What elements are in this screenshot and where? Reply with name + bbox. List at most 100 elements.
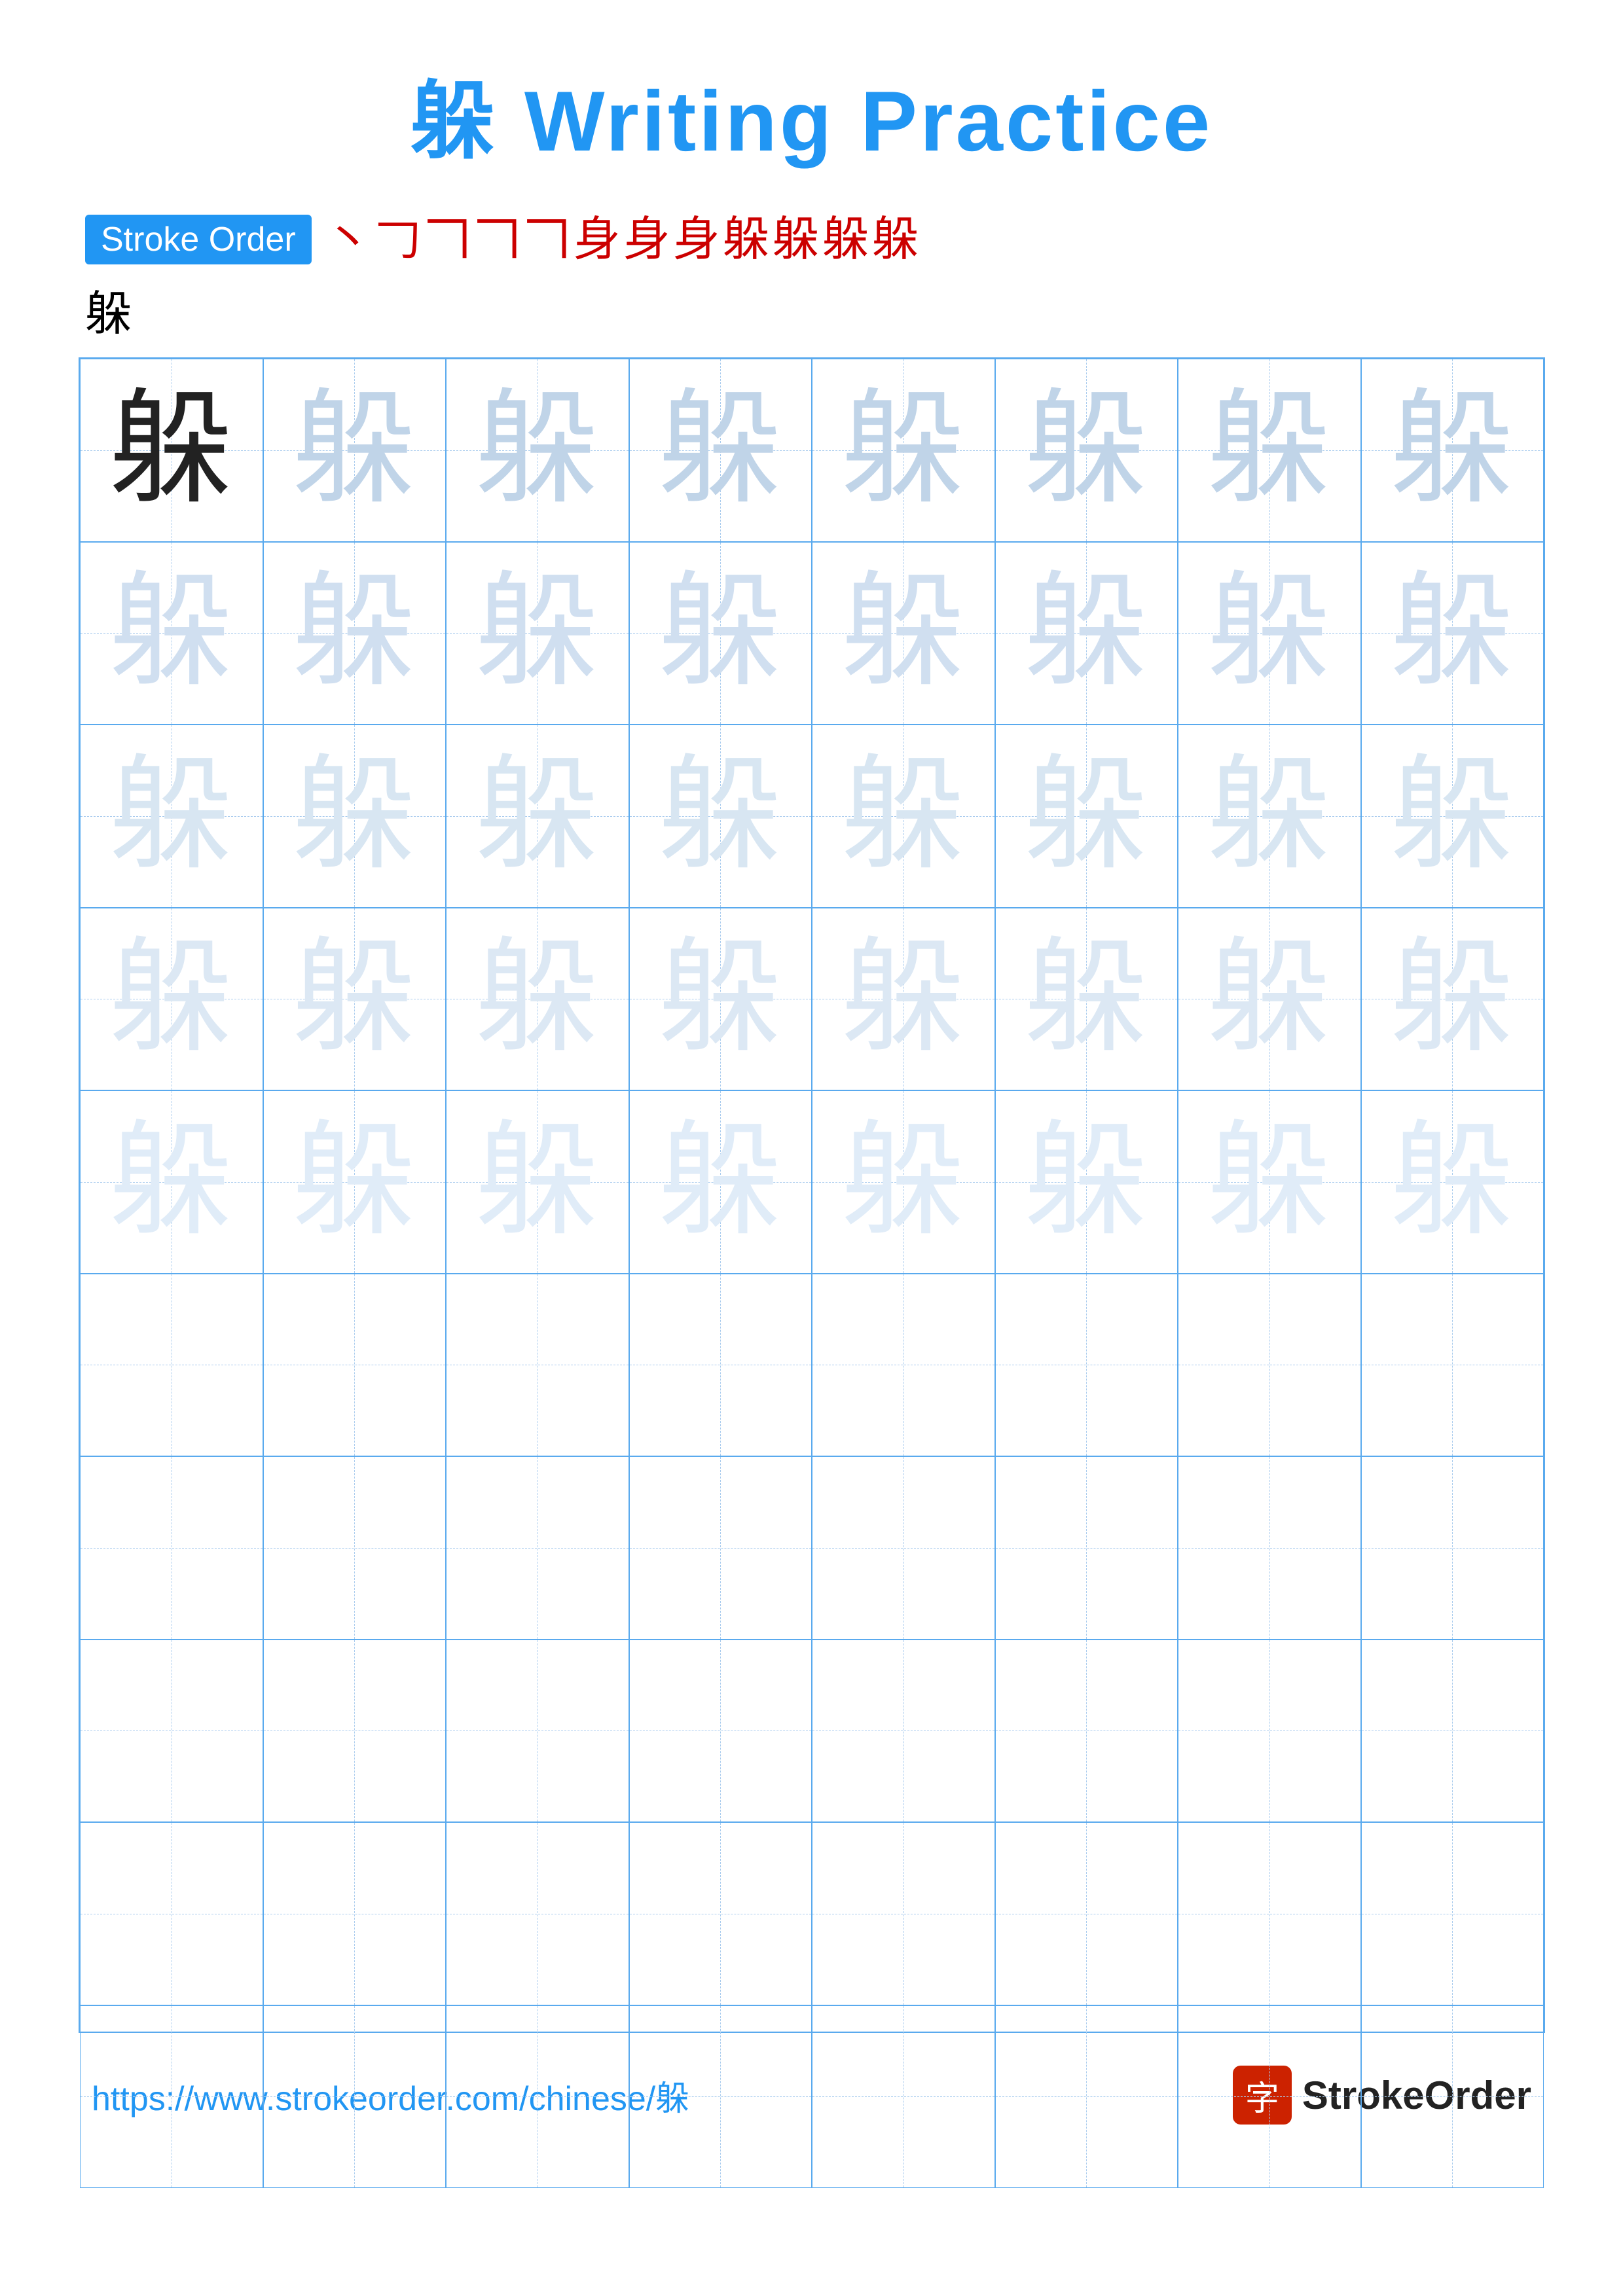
grid-cell-r1c8[interactable]: 躲	[1361, 359, 1544, 542]
grid-cell-r8c1[interactable]	[80, 1640, 263, 1823]
stroke-order-row: Stroke Order 丶 𠃌 𠃍 𠃍 𠃍 身 身 身 躲 躲 躲 躲	[79, 215, 1544, 264]
grid-cell-r1c7[interactable]: 躲	[1178, 359, 1361, 542]
stroke-final: 躲	[85, 288, 132, 340]
grid-cell-r5c1[interactable]: 躲	[80, 1090, 263, 1274]
grid-cell-r8c8[interactable]	[1361, 1640, 1544, 1823]
grid-cell-r6c7[interactable]	[1178, 1274, 1361, 1457]
grid-cell-r10c3[interactable]	[446, 2005, 629, 2189]
grid-cell-r4c7[interactable]: 躲	[1178, 908, 1361, 1091]
writing-grid: 躲 躲 躲 躲 躲 躲 躲 躲 躲 躲 躲	[79, 357, 1545, 2033]
char-r4c2: 躲	[292, 937, 416, 1061]
char-r3c5: 躲	[841, 754, 966, 878]
grid-cell-r4c8[interactable]: 躲	[1361, 908, 1544, 1091]
grid-cell-r2c4[interactable]: 躲	[629, 542, 812, 725]
grid-cell-r4c2[interactable]: 躲	[263, 908, 447, 1091]
char-r5c5: 躲	[841, 1120, 966, 1244]
grid-cell-r6c3[interactable]	[446, 1274, 629, 1457]
char-r4c8: 躲	[1390, 937, 1514, 1061]
grid-cell-r5c2[interactable]: 躲	[263, 1090, 447, 1274]
grid-cell-r8c7[interactable]	[1178, 1640, 1361, 1823]
grid-cell-r6c5[interactable]	[812, 1274, 995, 1457]
grid-cell-r5c8[interactable]: 躲	[1361, 1090, 1544, 1274]
grid-cell-r6c2[interactable]	[263, 1274, 447, 1457]
grid-cell-r2c6[interactable]: 躲	[995, 542, 1178, 725]
char-r3c6: 躲	[1024, 754, 1148, 878]
grid-cell-r5c5[interactable]: 躲	[812, 1090, 995, 1274]
grid-cell-r1c6[interactable]: 躲	[995, 359, 1178, 542]
grid-cell-r3c2[interactable]: 躲	[263, 725, 447, 908]
grid-cell-r2c5[interactable]: 躲	[812, 542, 995, 725]
grid-cell-r9c6[interactable]	[995, 1822, 1178, 2005]
grid-cell-r3c7[interactable]: 躲	[1178, 725, 1361, 908]
grid-cell-r10c1[interactable]	[80, 2005, 263, 2189]
grid-cell-r10c4[interactable]	[629, 2005, 812, 2189]
grid-cell-r9c3[interactable]	[446, 1822, 629, 2005]
grid-cell-r2c8[interactable]: 躲	[1361, 542, 1544, 725]
grid-cell-r7c6[interactable]	[995, 1456, 1178, 1640]
char-r2c8: 躲	[1390, 571, 1514, 695]
grid-cell-r8c6[interactable]	[995, 1640, 1178, 1823]
grid-cell-r4c6[interactable]: 躲	[995, 908, 1178, 1091]
grid-cell-r1c1[interactable]: 躲	[80, 359, 263, 542]
grid-cell-r3c1[interactable]: 躲	[80, 725, 263, 908]
grid-cell-r5c7[interactable]: 躲	[1178, 1090, 1361, 1274]
grid-cell-r7c8[interactable]	[1361, 1456, 1544, 1640]
grid-cell-r8c5[interactable]	[812, 1640, 995, 1823]
grid-cell-r7c7[interactable]	[1178, 1456, 1361, 1640]
grid-cell-r6c6[interactable]	[995, 1274, 1178, 1457]
grid-cell-r4c1[interactable]: 躲	[80, 908, 263, 1091]
grid-cell-r5c6[interactable]: 躲	[995, 1090, 1178, 1274]
grid-cell-r10c7[interactable]	[1178, 2005, 1361, 2189]
grid-cell-r10c6[interactable]	[995, 2005, 1178, 2189]
grid-cell-r9c7[interactable]	[1178, 1822, 1361, 2005]
grid-cell-r9c8[interactable]	[1361, 1822, 1544, 2005]
char-r2c3: 躲	[475, 571, 600, 695]
grid-cell-r8c3[interactable]	[446, 1640, 629, 1823]
grid-cell-r8c4[interactable]	[629, 1640, 812, 1823]
grid-cell-r7c2[interactable]	[263, 1456, 447, 1640]
grid-cell-r10c8[interactable]	[1361, 2005, 1544, 2189]
grid-cell-r9c2[interactable]	[263, 1822, 447, 2005]
grid-cell-r3c4[interactable]: 躲	[629, 725, 812, 908]
grid-cell-r3c6[interactable]: 躲	[995, 725, 1178, 908]
grid-cell-r9c1[interactable]	[80, 1822, 263, 2005]
grid-cell-r7c4[interactable]	[629, 1456, 812, 1640]
grid-cell-r8c2[interactable]	[263, 1640, 447, 1823]
grid-cell-r3c8[interactable]: 躲	[1361, 725, 1544, 908]
grid-cell-r4c5[interactable]: 躲	[812, 908, 995, 1091]
char-r4c3: 躲	[475, 937, 600, 1061]
grid-cell-r2c1[interactable]: 躲	[80, 542, 263, 725]
grid-cell-r1c3[interactable]: 躲	[446, 359, 629, 542]
grid-cell-r9c5[interactable]	[812, 1822, 995, 2005]
grid-cell-r3c5[interactable]: 躲	[812, 725, 995, 908]
grid-cell-r3c3[interactable]: 躲	[446, 725, 629, 908]
grid-cell-r10c2[interactable]	[263, 2005, 447, 2189]
grid-cell-r9c4[interactable]	[629, 1822, 812, 2005]
stroke-order-label: Stroke Order	[85, 215, 312, 264]
char-r3c1: 躲	[109, 754, 234, 878]
char-r2c4: 躲	[658, 571, 782, 695]
grid-cell-r1c2[interactable]: 躲	[263, 359, 447, 542]
grid-cell-r6c1[interactable]	[80, 1274, 263, 1457]
grid-cell-r5c3[interactable]: 躲	[446, 1090, 629, 1274]
grid-cell-r7c5[interactable]	[812, 1456, 995, 1640]
char-r3c2: 躲	[292, 754, 416, 878]
grid-cell-r7c1[interactable]	[80, 1456, 263, 1640]
grid-cell-r1c4[interactable]: 躲	[629, 359, 812, 542]
stroke-3: 𠃍	[424, 216, 471, 263]
stroke-5: 𠃍	[524, 216, 571, 263]
grid-cell-r2c2[interactable]: 躲	[263, 542, 447, 725]
grid-cell-r2c7[interactable]: 躲	[1178, 542, 1361, 725]
grid-cell-r1c5[interactable]: 躲	[812, 359, 995, 542]
grid-cell-r2c3[interactable]: 躲	[446, 542, 629, 725]
grid-cell-r4c3[interactable]: 躲	[446, 908, 629, 1091]
char-r5c6: 躲	[1024, 1120, 1148, 1244]
grid-cell-r5c4[interactable]: 躲	[629, 1090, 812, 1274]
grid-cell-r7c3[interactable]	[446, 1456, 629, 1640]
stroke-10: 躲	[773, 216, 820, 263]
grid-cell-r4c4[interactable]: 躲	[629, 908, 812, 1091]
char-r4c6: 躲	[1024, 937, 1148, 1061]
grid-cell-r6c4[interactable]	[629, 1274, 812, 1457]
grid-cell-r10c5[interactable]	[812, 2005, 995, 2189]
grid-cell-r6c8[interactable]	[1361, 1274, 1544, 1457]
